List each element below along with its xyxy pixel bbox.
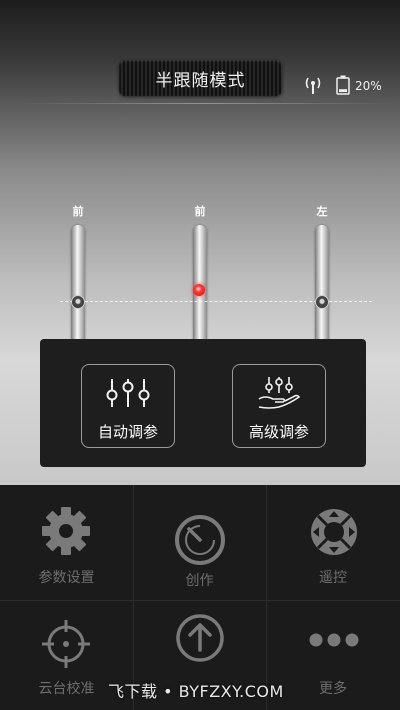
auto-tune-label: 自动调参 [97,423,158,441]
advanced-tune-label: 高级调参 [248,423,309,441]
menu-label-more: 更多 [319,681,347,697]
axis-track-3 [315,225,329,345]
menu-label-create: 创作 [185,573,214,589]
gear-icon [42,507,90,555]
axis-label-1: 前 [72,205,84,218]
axis-indicator-3 [315,295,329,309]
more-dots-icon [309,633,359,647]
axis-track-1 [71,225,85,345]
axis-indicator-2 [193,284,205,296]
watermark-text: 飞下载 • BYFZXY.COM [108,682,284,701]
menu-label-params: 参数设置 [38,570,95,586]
menu-item-create[interactable]: 创作 [133,485,266,600]
timer-dial-icon [175,515,225,565]
hand-sliders-icon [258,377,301,409]
header-divider [20,103,390,104]
follow-mode-selector[interactable]: 半跟随模式 [119,60,282,96]
battery-percent: 20% [355,79,382,93]
sliders-icon [106,379,150,407]
axis-indicator-1 [71,295,85,309]
dpad-icon [311,509,357,555]
menu-item-params[interactable]: 参数设置 [0,485,133,600]
auto-tune-button[interactable]: 自动调参 [81,364,175,448]
crosshair-icon [42,620,90,668]
axis-label-3: 左 [316,205,328,218]
menu-item-remote[interactable]: 遥控 [266,485,400,600]
menu-item-more[interactable]: 更多 [266,600,400,710]
battery-icon [336,75,350,95]
arrow-up-circle-icon [176,614,224,662]
advanced-tune-button[interactable]: 高级调参 [232,364,326,448]
follow-mode-label: 半跟随模式 [155,70,246,91]
axis-label-2: 前 [194,205,206,218]
signal-icon [305,77,321,94]
menu-label-remote: 遥控 [319,570,347,586]
